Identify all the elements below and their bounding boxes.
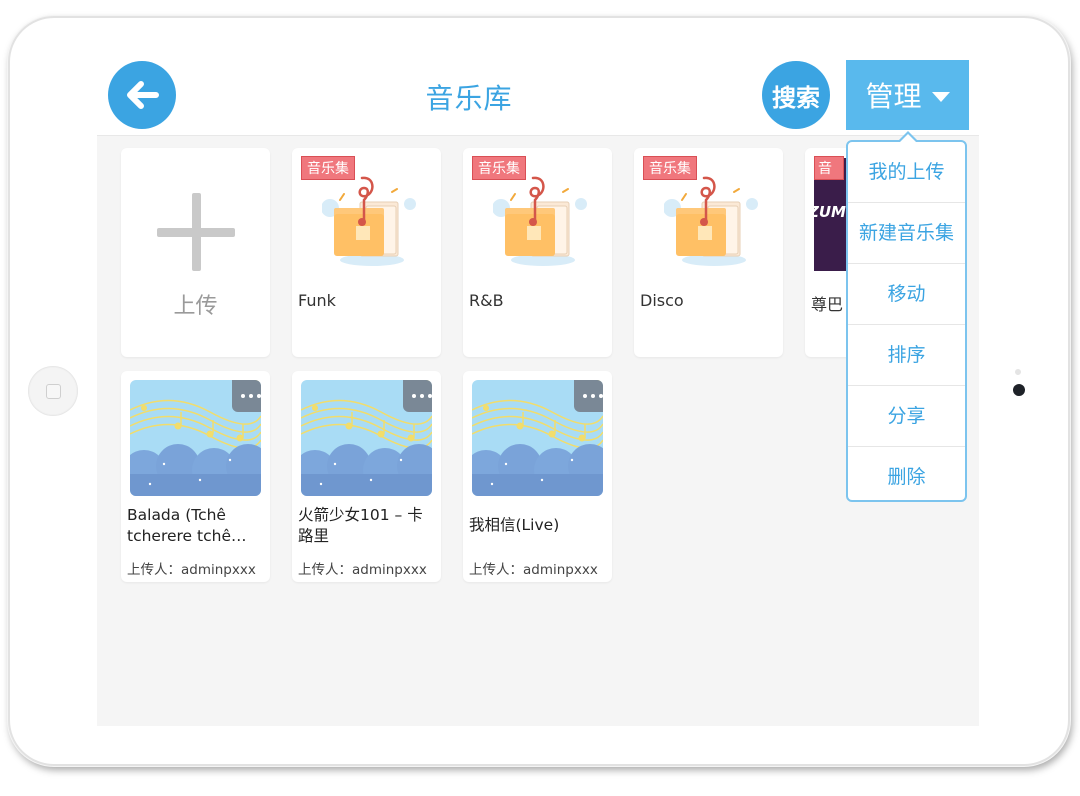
song-card[interactable]: 火箭少女101 – 卡路里 上传人：adminpxxx — [292, 371, 441, 582]
song-uploader: 上传人：adminpxxx — [469, 562, 598, 578]
music-folder-icon — [322, 176, 416, 266]
manage-dropdown-menu: 我的上传 新建音乐集 移动 排序 分享 删除 — [846, 131, 967, 502]
song-uploader: 上传人：adminpxxx — [298, 562, 427, 578]
upload-tile[interactable]: 上传 — [121, 148, 270, 357]
music-folder-icon — [493, 176, 587, 266]
menu-item-delete[interactable]: 删除 — [848, 447, 965, 507]
album-badge: 音乐集 — [814, 156, 844, 180]
album-card-disco[interactable]: 音乐集 Disco — [634, 148, 783, 357]
album-card-funk[interactable]: 音乐集 Funk — [292, 148, 441, 357]
page-title: 音乐库 — [425, 82, 513, 115]
more-options-button[interactable] — [232, 380, 261, 412]
song-uploader: 上传人：adminpxxx — [127, 562, 256, 578]
more-icon — [412, 394, 416, 398]
album-name: 尊巴 — [811, 295, 844, 314]
home-button — [28, 366, 78, 416]
song-cover — [301, 380, 432, 496]
upload-label: 上传 — [173, 294, 218, 319]
menu-item-move[interactable]: 移动 — [848, 264, 965, 325]
more-options-button[interactable] — [403, 380, 432, 412]
back-arrow-icon — [127, 81, 159, 109]
music-library-screen: 音乐库 搜索 管理 上传 音乐集 Funk 音乐集 R&B 音乐集 Disco … — [97, 41, 979, 726]
song-card[interactable]: Balada (Tchê tcherere tchê… 上传人：adminpxx… — [121, 371, 270, 582]
top-bar: 音乐库 搜索 管理 — [97, 41, 979, 136]
more-options-button[interactable] — [574, 380, 603, 412]
song-title: Balada (Tchê tcherere tchê… — [127, 506, 247, 545]
song-card[interactable]: 我相信(Live) 上传人：adminpxxx — [463, 371, 612, 582]
caret-down-icon — [931, 92, 950, 102]
album-name: Disco — [640, 291, 684, 310]
menu-item-new-album[interactable]: 新建音乐集 — [848, 203, 965, 264]
album-card-rnb[interactable]: 音乐集 R&B — [463, 148, 612, 357]
song-cover — [472, 380, 603, 496]
song-title: 我相信(Live) — [469, 516, 560, 534]
album-name: R&B — [469, 291, 504, 310]
menu-item-my-uploads[interactable]: 我的上传 — [848, 142, 965, 203]
music-folder-icon — [664, 176, 758, 266]
menu-item-share[interactable]: 分享 — [848, 386, 965, 447]
song-cover — [130, 380, 261, 496]
menu-item-sort[interactable]: 排序 — [848, 325, 965, 386]
album-name: Funk — [298, 291, 336, 310]
more-icon — [241, 394, 245, 398]
light-sensor — [1015, 369, 1021, 375]
manage-button-label: 管理 — [865, 80, 922, 113]
camera-icon — [1013, 384, 1025, 396]
manage-button[interactable]: 管理 — [846, 60, 969, 130]
search-button[interactable]: 搜索 — [762, 61, 830, 129]
back-button[interactable] — [108, 61, 176, 129]
more-icon — [583, 394, 587, 398]
song-title: 火箭少女101 – 卡路里 — [298, 506, 423, 545]
